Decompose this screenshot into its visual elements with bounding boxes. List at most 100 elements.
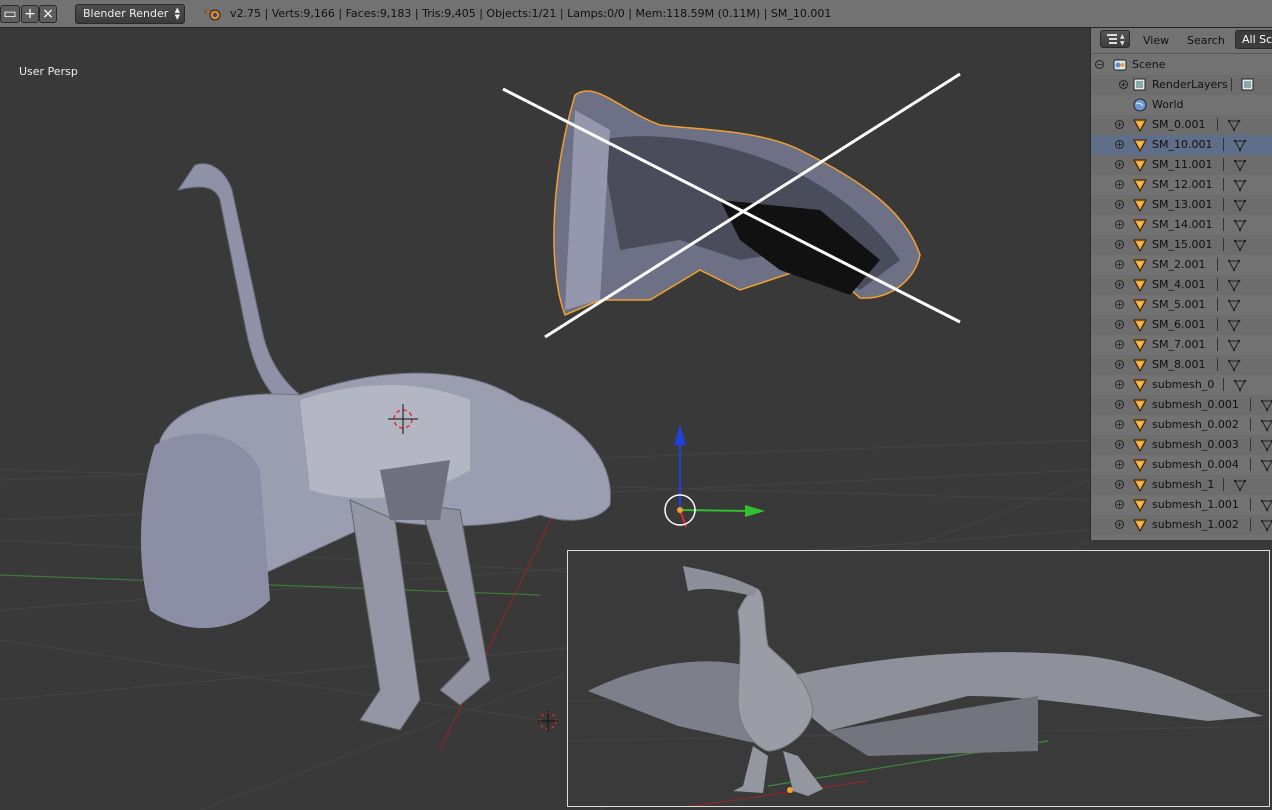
renderlayer-data-icon[interactable] xyxy=(1241,78,1255,92)
outliner-row[interactable]: + submesh_1 xyxy=(1091,475,1272,495)
expand-toggle-icon[interactable]: + xyxy=(1115,500,1124,509)
outliner-row-label: submesh_1.001 xyxy=(1152,498,1239,511)
outliner-row[interactable]: + SM_0.001 xyxy=(1091,115,1272,135)
outliner-row[interactable]: + submesh_0.004 xyxy=(1091,455,1272,475)
outliner-row-label: SM_11.001 xyxy=(1152,158,1213,171)
expand-toggle-icon[interactable]: + xyxy=(1115,280,1124,289)
outliner-editor-type-button[interactable]: ▲ ▼ xyxy=(1100,30,1130,48)
mesh-data-icon[interactable] xyxy=(1233,138,1247,152)
expand-toggle-icon[interactable]: + xyxy=(1115,180,1124,189)
mesh-data-icon[interactable] xyxy=(1233,198,1247,212)
outliner-row[interactable]: + submesh_1.001 xyxy=(1091,495,1272,515)
transform-manipulator[interactable] xyxy=(664,425,765,528)
expand-toggle-icon[interactable]: + xyxy=(1115,220,1124,229)
mesh-object-icon xyxy=(1133,398,1147,413)
mesh-data-icon[interactable] xyxy=(1260,458,1272,472)
delete-screen-button[interactable]: × xyxy=(39,5,57,23)
expand-toggle-icon[interactable]: + xyxy=(1115,120,1124,129)
row-separator xyxy=(1216,118,1218,131)
outliner-row[interactable]: + SM_5.001 xyxy=(1091,295,1272,315)
expand-toggle-icon[interactable]: + xyxy=(1115,240,1124,249)
mesh-data-icon[interactable] xyxy=(1260,438,1272,452)
mesh-object-icon xyxy=(1133,438,1147,453)
row-separator xyxy=(1249,398,1251,411)
expand-toggle-icon[interactable]: + xyxy=(1115,340,1124,349)
search-menu[interactable]: Search xyxy=(1187,34,1225,47)
expand-toggle-icon[interactable]: + xyxy=(1115,160,1124,169)
mesh-data-icon[interactable] xyxy=(1227,258,1241,272)
outliner-row[interactable]: + submesh_0.003 xyxy=(1091,435,1272,455)
mesh-data-icon[interactable] xyxy=(1260,418,1272,432)
mesh-object-icon xyxy=(1133,178,1147,193)
outliner-row-label: SM_14.001 xyxy=(1152,218,1213,231)
mesh-object-icon xyxy=(1133,358,1147,373)
mesh-data-icon[interactable] xyxy=(1227,318,1241,332)
view-menu[interactable]: View xyxy=(1143,34,1169,47)
selected-wing-mesh[interactable] xyxy=(553,90,921,316)
expand-toggle-icon[interactable]: + xyxy=(1115,140,1124,149)
mesh-data-icon[interactable] xyxy=(1227,338,1241,352)
row-separator xyxy=(1223,378,1225,391)
display-filter-select[interactable]: All Sce xyxy=(1235,30,1272,49)
svg-text:▼: ▼ xyxy=(1120,40,1125,47)
editor-type-button[interactable]: ▭ xyxy=(0,5,20,23)
plus-icon: + xyxy=(24,6,36,22)
expand-toggle-icon[interactable]: + xyxy=(1115,420,1124,429)
outliner-row[interactable]: + SM_2.001 xyxy=(1091,255,1272,275)
outliner-row[interactable]: World xyxy=(1091,95,1272,115)
mesh-data-icon[interactable] xyxy=(1233,158,1247,172)
outliner-row-label: SM_5.001 xyxy=(1152,298,1206,311)
outliner-row-label: SM_2.001 xyxy=(1152,258,1206,271)
outliner-row[interactable]: + SM_13.001 xyxy=(1091,195,1272,215)
outliner-row[interactable]: + RenderLayers xyxy=(1091,75,1272,95)
outliner-row[interactable]: + submesh_0 xyxy=(1091,375,1272,395)
expand-toggle-icon[interactable]: + xyxy=(1115,480,1124,489)
expand-toggle-icon[interactable]: + xyxy=(1119,80,1128,89)
mesh-data-icon[interactable] xyxy=(1227,278,1241,292)
mesh-data-icon[interactable] xyxy=(1260,518,1272,532)
mesh-object-icon xyxy=(1133,158,1147,173)
expand-toggle-icon[interactable]: + xyxy=(1115,520,1124,529)
expand-toggle-icon[interactable]: − xyxy=(1095,60,1104,69)
outliner-row[interactable]: + SM_15.001 xyxy=(1091,235,1272,255)
outliner-row[interactable]: + SM_10.001 xyxy=(1091,135,1272,155)
expand-toggle-icon[interactable]: + xyxy=(1115,440,1124,449)
mesh-data-icon[interactable] xyxy=(1260,398,1272,412)
mesh-data-icon[interactable] xyxy=(1233,238,1247,252)
outliner-row[interactable]: + SM_12.001 xyxy=(1091,175,1272,195)
mesh-data-icon[interactable] xyxy=(1233,178,1247,192)
mesh-data-icon[interactable] xyxy=(1233,478,1247,492)
expand-toggle-icon[interactable]: + xyxy=(1115,260,1124,269)
mesh-data-icon[interactable] xyxy=(1260,498,1272,512)
row-separator xyxy=(1216,358,1218,371)
expand-toggle-icon[interactable]: + xyxy=(1115,200,1124,209)
outliner-row[interactable]: + SM_6.001 xyxy=(1091,315,1272,335)
outliner-row-label: submesh_0.002 xyxy=(1152,418,1239,431)
outliner-row[interactable]: + SM_4.001 xyxy=(1091,275,1272,295)
expand-toggle-icon[interactable]: + xyxy=(1115,300,1124,309)
expand-toggle-icon[interactable]: + xyxy=(1115,360,1124,369)
outliner-row[interactable]: + submesh_0.001 xyxy=(1091,395,1272,415)
expand-toggle-icon[interactable]: + xyxy=(1115,460,1124,469)
outliner-row[interactable]: + SM_14.001 xyxy=(1091,215,1272,235)
outliner-icon: ▲▼ xyxy=(1107,33,1125,47)
mesh-object-icon xyxy=(1133,198,1147,213)
outliner-row[interactable]: + SM_8.001 xyxy=(1091,355,1272,375)
outliner-row[interactable]: + SM_11.001 xyxy=(1091,155,1272,175)
outliner-row[interactable]: + submesh_0.002 xyxy=(1091,415,1272,435)
row-separator xyxy=(1223,138,1225,151)
expand-toggle-icon[interactable]: + xyxy=(1115,380,1124,389)
expand-toggle-icon[interactable]: + xyxy=(1115,400,1124,409)
render-engine-select[interactable]: Blender Render ▲ ▼ xyxy=(75,4,185,24)
mesh-data-icon[interactable] xyxy=(1227,118,1241,132)
expand-toggle-icon[interactable]: + xyxy=(1115,320,1124,329)
row-separator xyxy=(1223,218,1225,231)
add-screen-button[interactable]: + xyxy=(21,5,39,23)
mesh-data-icon[interactable] xyxy=(1227,298,1241,312)
outliner-row[interactable]: + submesh_1.002 xyxy=(1091,515,1272,535)
outliner-row[interactable]: − Scene xyxy=(1091,55,1272,75)
outliner-row[interactable]: + SM_7.001 xyxy=(1091,335,1272,355)
mesh-data-icon[interactable] xyxy=(1227,358,1241,372)
mesh-data-icon[interactable] xyxy=(1233,378,1247,392)
mesh-data-icon[interactable] xyxy=(1233,218,1247,232)
